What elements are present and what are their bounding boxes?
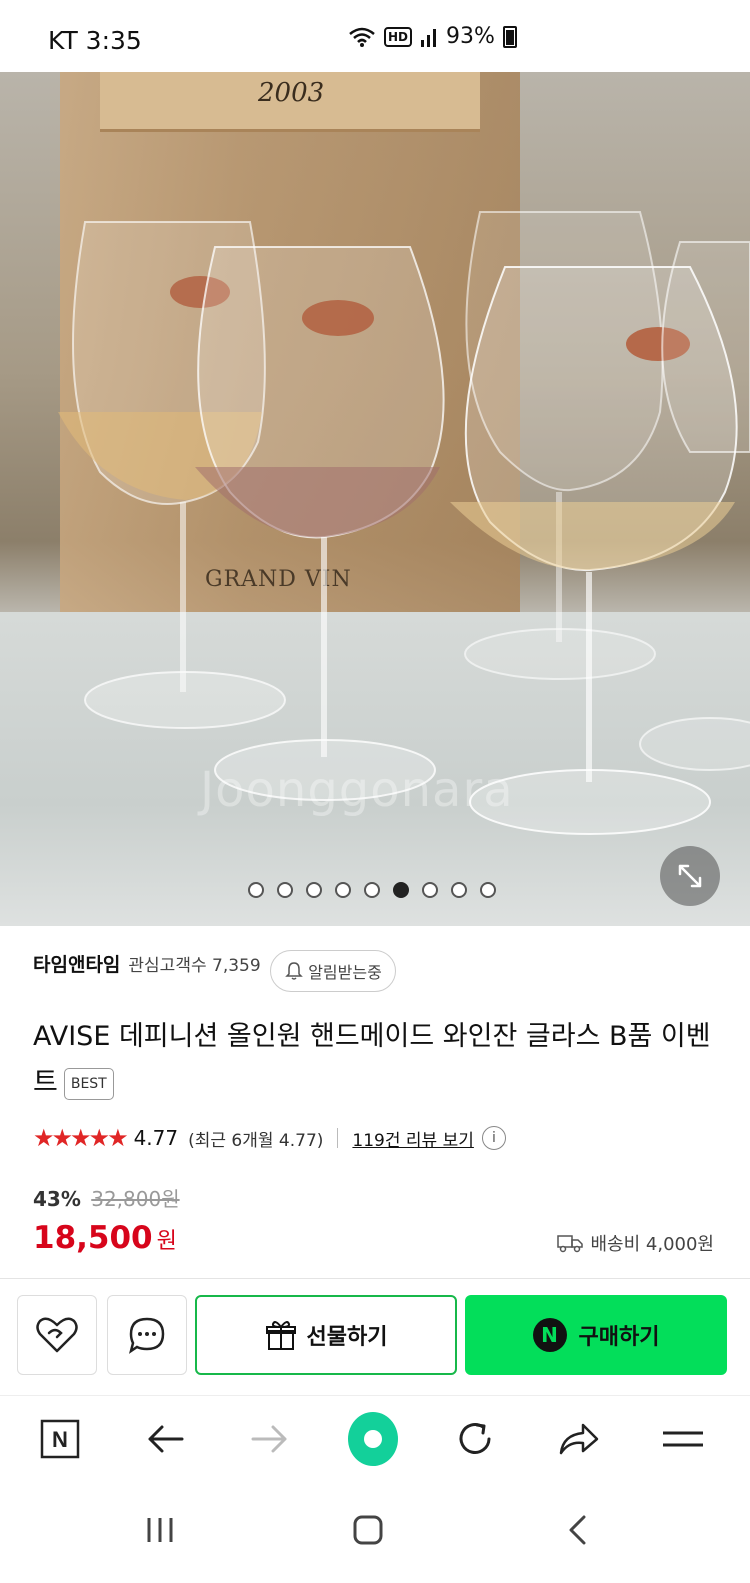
alarm-subscribe-button[interactable]: 알림받는중 — [270, 950, 396, 992]
system-home-button[interactable] — [343, 1505, 393, 1555]
product-image-gallery[interactable]: 2003 GRAND VIN Joonggonara — [0, 72, 750, 926]
battery-percent: 93% — [446, 24, 495, 49]
signal-icon — [421, 28, 437, 47]
refresh-button[interactable] — [450, 1414, 500, 1464]
back-button[interactable] — [140, 1414, 190, 1464]
product-title-text: AVISE 데피니션 올인원 핸드메이드 와인잔 글라스 B품 이벤트 — [33, 1021, 711, 1098]
gallery-dot[interactable] — [480, 882, 496, 898]
buy-label: 구매하기 — [578, 1325, 660, 1350]
gallery-dot[interactable] — [277, 882, 293, 898]
expand-image-button[interactable] — [660, 846, 720, 906]
share-button[interactable] — [553, 1414, 603, 1464]
sale-price: 18,500 — [33, 1220, 153, 1256]
alarm-label: 알림받는중 — [308, 963, 382, 982]
gallery-pagination — [248, 882, 496, 898]
wifi-icon — [349, 27, 375, 47]
purchase-action-bar: 선물하기 N 구매하기 — [17, 1295, 733, 1377]
product-title: AVISE 데피니션 올인원 핸드메이드 와인잔 글라스 B품 이벤트 BEST — [33, 1014, 713, 1106]
status-bar: KT 3:35 HD 93% — [0, 0, 750, 72]
gift-button[interactable]: 선물하기 — [195, 1295, 457, 1375]
heart-icon — [36, 1317, 78, 1353]
chevron-left-icon — [569, 1515, 586, 1545]
gift-label: 선물하기 — [306, 1325, 388, 1350]
share-icon — [559, 1423, 599, 1455]
recent-apps-button[interactable] — [135, 1505, 185, 1555]
expand-icon — [678, 864, 702, 888]
green-dot-icon — [348, 1412, 398, 1466]
hd-badge: HD — [384, 26, 413, 47]
section-divider — [0, 1278, 750, 1279]
system-back-button[interactable] — [552, 1505, 602, 1555]
forward-button[interactable] — [245, 1414, 295, 1464]
watermark: Joonggonara — [200, 762, 514, 818]
refresh-icon — [459, 1423, 491, 1454]
chat-button[interactable] — [107, 1295, 187, 1375]
truck-icon — [556, 1235, 583, 1253]
gallery-dot[interactable] — [306, 882, 322, 898]
carrier-time: KT 3:35 — [48, 26, 142, 55]
naver-home-button[interactable]: N — [35, 1414, 85, 1464]
browser-toolbar: N — [0, 1395, 750, 1481]
sale-price-row: 18,500 원 — [33, 1220, 177, 1256]
divider — [337, 1128, 339, 1148]
rating-row: ★★★★★ 4.77 (최근 6개월 4.77) 119건 리뷰 보기 i — [33, 1124, 506, 1152]
menu-button[interactable] — [658, 1414, 708, 1464]
bell-icon — [285, 962, 303, 980]
gallery-dot[interactable] — [451, 882, 467, 898]
discount-row: 43% 32,800원 — [33, 1183, 180, 1212]
best-badge: BEST — [63, 1067, 114, 1100]
naver-home-icon: N — [40, 1419, 80, 1459]
review-link[interactable]: 119건 리뷰 보기 — [352, 1126, 473, 1151]
shipping-fee: 배송비 4,000원 — [590, 1234, 715, 1255]
status-icons: HD 93% — [348, 24, 517, 49]
shipping-info: 배송비 4,000원 — [556, 1230, 715, 1256]
gift-icon — [265, 1321, 296, 1350]
star-rating-icon: ★★★★★ — [33, 1124, 129, 1152]
gallery-dot[interactable] — [364, 882, 380, 898]
rating-recent: (최근 6개월 4.77) — [188, 1130, 324, 1151]
original-price: 32,800원 — [91, 1187, 180, 1211]
battery-icon — [502, 25, 517, 48]
gallery-dot-active[interactable] — [393, 882, 409, 898]
recent-apps-icon — [147, 1518, 173, 1542]
naver-home-glyph: N — [52, 1427, 68, 1452]
buy-button[interactable]: N 구매하기 — [465, 1295, 727, 1375]
menu-icon — [663, 1431, 703, 1447]
gallery-dot[interactable] — [248, 882, 264, 898]
chat-icon — [129, 1317, 165, 1354]
seller-info: 타임앤타임 관심고객수 7,359 — [33, 950, 261, 977]
gallery-dot[interactable] — [335, 882, 351, 898]
price-unit: 원 — [156, 1229, 177, 1254]
naver-pay-icon: N — [532, 1318, 567, 1352]
seller-fan-count: 관심고객수 7,359 — [128, 956, 261, 976]
system-navigation-bar — [0, 1481, 750, 1583]
seller-name[interactable]: 타임앤타임 — [33, 950, 120, 977]
back-arrow-icon — [148, 1425, 184, 1453]
rating-score: 4.77 — [133, 1126, 179, 1150]
info-icon[interactable]: i — [481, 1126, 506, 1150]
gallery-dot[interactable] — [422, 882, 438, 898]
wishlist-button[interactable] — [17, 1295, 97, 1375]
forward-arrow-icon — [251, 1425, 287, 1453]
naver-green-dot-button[interactable] — [348, 1412, 398, 1466]
discount-rate: 43% — [33, 1187, 81, 1211]
home-square-icon — [353, 1515, 383, 1545]
